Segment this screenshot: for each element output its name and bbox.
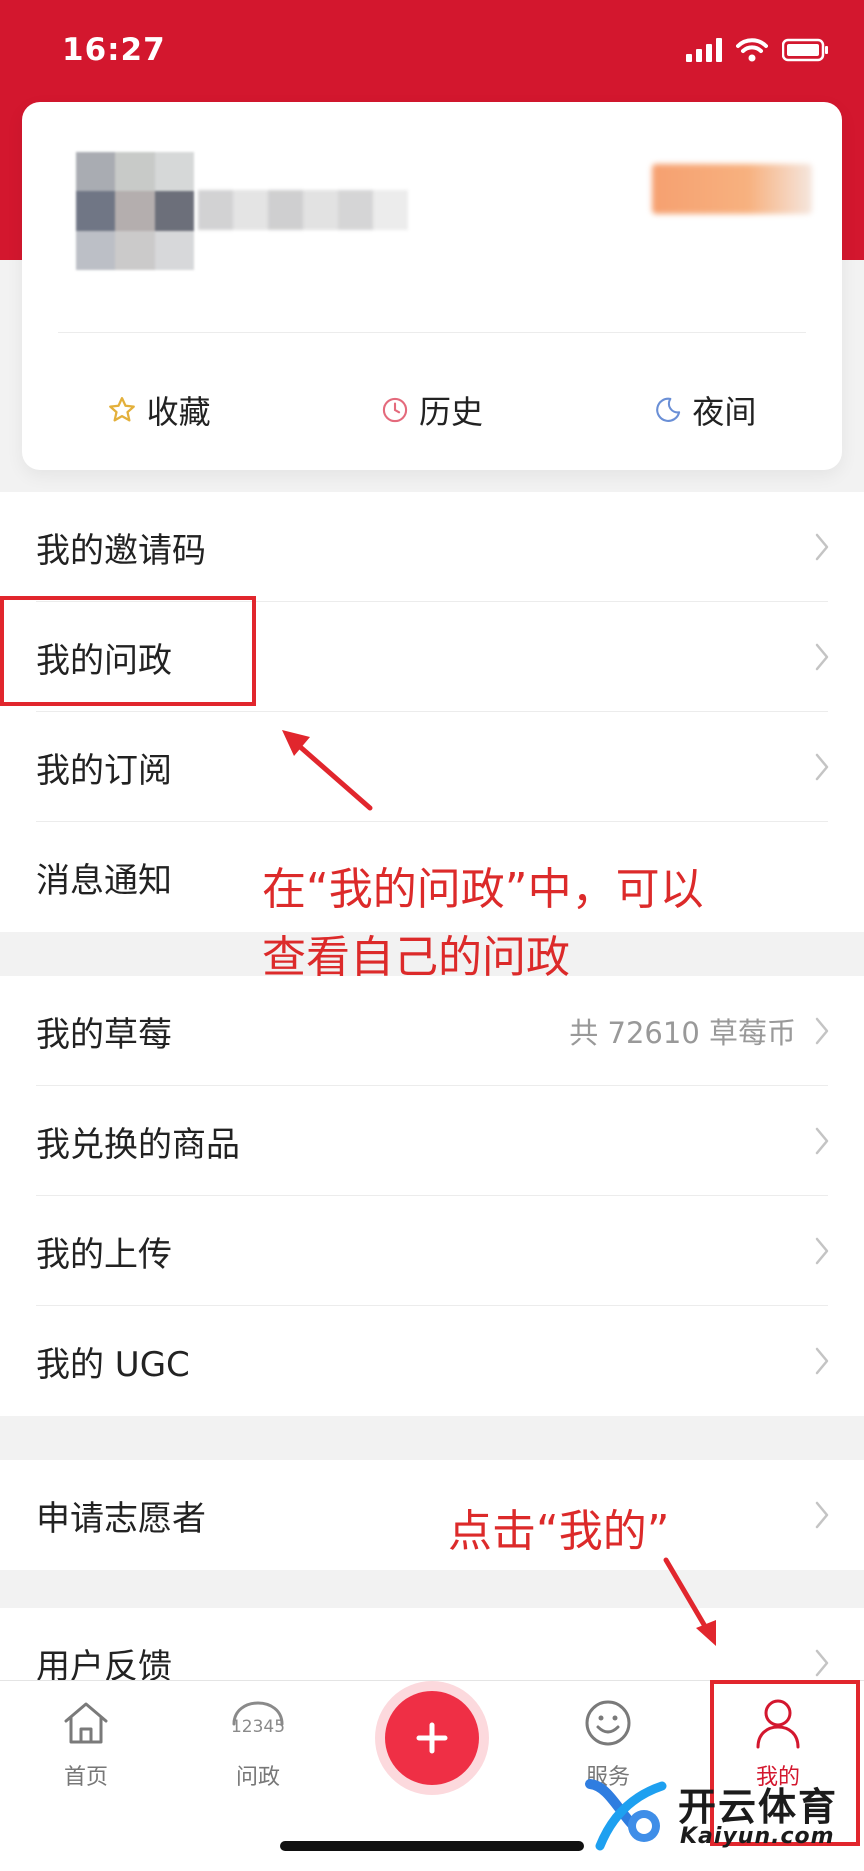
watermark-cn-text: 开云体育	[678, 1785, 839, 1829]
arrow-to-mine-tab	[663, 1557, 716, 1646]
kaiyun-logo-icon	[585, 1779, 667, 1851]
arrow-to-inquiries	[282, 730, 373, 811]
kaiyun-watermark: 开云体育 Kaiyun.com	[580, 1776, 860, 1856]
watermark-en-text: Kaiyun.com	[680, 1824, 835, 1849]
annotation-arrows	[282, 730, 716, 1646]
